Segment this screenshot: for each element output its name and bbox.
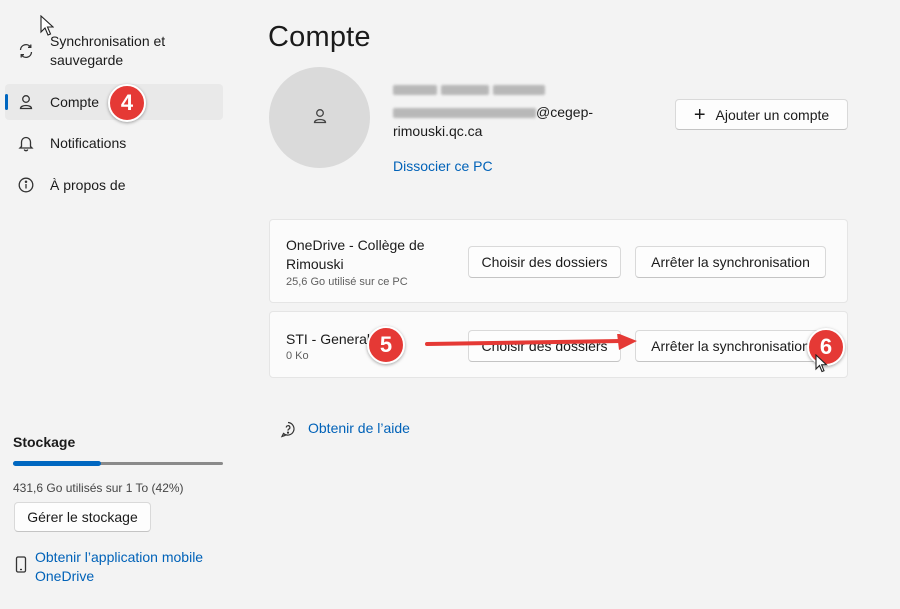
bell-icon xyxy=(17,134,35,152)
info-icon xyxy=(17,176,35,194)
storage-usage-text: 431,6 Go utilisés sur 1 To (42%) xyxy=(13,481,184,495)
add-account-button[interactable]: + Ajouter un compte xyxy=(675,99,848,130)
selection-indicator xyxy=(5,94,8,110)
annotation-arrow xyxy=(425,334,637,350)
stop-sync-button[interactable]: Arrêter la synchronisation xyxy=(635,246,826,278)
sidebar-item-label: Synchronisation et sauvegarde xyxy=(50,33,166,68)
avatar xyxy=(269,67,370,168)
library-detail: 0 Ko xyxy=(286,350,309,362)
add-account-label: Ajouter un compte xyxy=(715,106,830,123)
sync-icon xyxy=(17,42,35,60)
storage-progress-fill xyxy=(13,461,102,466)
sidebar-item-label: À propos de xyxy=(50,176,126,193)
manage-storage-button[interactable]: Gérer le stockage xyxy=(14,502,151,532)
user-email: @cegep-rimouski.qc.ca xyxy=(393,103,603,141)
sidebar-item-notifications[interactable]: Notifications xyxy=(5,125,223,161)
step-badge: 5 xyxy=(367,326,405,364)
storage-title: Stockage xyxy=(13,434,76,450)
library-name: STI - General xyxy=(286,331,371,347)
choose-folders-button[interactable]: Choisir des dossiers xyxy=(468,246,621,278)
sidebar-item-label: Notifications xyxy=(50,134,127,151)
sidebar-item-label: Compte xyxy=(50,93,100,110)
help-icon xyxy=(280,421,296,441)
redacted-email-local-part xyxy=(393,108,536,119)
get-mobile-app-link[interactable]: Obtenir l’application mobile OneDrive xyxy=(35,548,235,586)
unlink-pc-link[interactable]: Dissocier ce PC xyxy=(393,158,493,174)
mouse-cursor-icon xyxy=(40,15,54,36)
stop-sync-button[interactable]: Arrêter la synchronisation xyxy=(635,330,826,362)
mobile-phone-icon xyxy=(15,556,27,576)
page-title: Compte xyxy=(268,21,371,53)
person-icon xyxy=(17,93,35,111)
plus-icon: + xyxy=(693,103,706,126)
storage-progress-bar xyxy=(13,461,223,466)
mouse-cursor-icon xyxy=(815,354,828,373)
person-icon xyxy=(311,107,329,128)
library-detail: 25,6 Go utilisé sur ce PC xyxy=(286,276,408,288)
sidebar-item-about[interactable]: À propos de xyxy=(5,167,223,203)
sidebar-item-sync[interactable]: Synchronisation et sauvegarde xyxy=(5,30,223,72)
library-name: OneDrive - Collège de Rimouski xyxy=(286,237,425,272)
step-badge: 4 xyxy=(108,84,146,122)
get-help-link[interactable]: Obtenir de l’aide xyxy=(308,420,410,436)
redacted-user-name xyxy=(393,81,548,96)
library-card: OneDrive - Collège de Rimouski 25,6 Go u… xyxy=(269,219,848,303)
